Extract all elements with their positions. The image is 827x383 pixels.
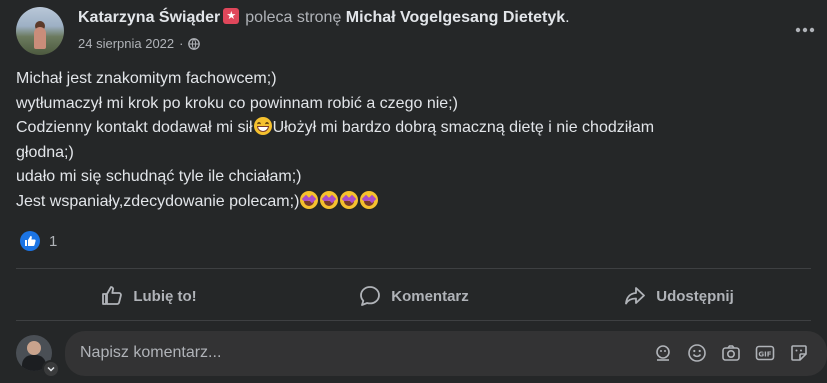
share-button[interactable]: Udostępnij [546,276,811,316]
grinning-emoji-icon [253,117,272,136]
comment-tools: GIF [652,342,810,364]
post-line: głodna;) [16,143,74,161]
comment-placeholder: Napisz komentarz... [80,344,222,361]
star-struck-emoji-icon [360,190,379,209]
thumb-up-icon [102,286,123,305]
more-options-icon[interactable] [793,18,817,42]
sticker-avatar-icon[interactable] [652,342,674,364]
svg-text:GIF: GIF [758,350,771,358]
divider [16,320,811,321]
sticker-icon[interactable] [788,342,810,364]
chevron-down-icon[interactable] [42,360,60,378]
post-text: Michał jest znakomitym fachowcem;) wytłu… [16,67,806,215]
like-reaction-icon [20,231,40,251]
divider [16,268,811,269]
recommend-badge-icon: ★ [223,8,240,24]
post-actions: Lubię to! Komentarz Udostępnij [16,276,811,316]
emoji-icon[interactable] [686,342,708,364]
post-line: Michał jest znakomitym fachowcem;) [16,70,277,87]
post-line: wytłumaczył mi krok po kroku co powinnam… [16,94,458,112]
star-struck-emoji-icon [340,190,359,209]
post-meta: 24 sierpnia 2022 · [78,36,201,51]
like-button[interactable]: Lubię to! [16,276,281,316]
author-avatar[interactable] [16,7,64,55]
star-struck-emoji-icon [300,190,319,209]
author-name[interactable]: Katarzyna Świąder [78,9,220,26]
post-header-line: Katarzyna Świąder ★ poleca stronę Michał V… [78,8,570,27]
post-date[interactable]: 24 sierpnia 2022 [78,36,174,51]
post-line: Jest wspaniały,zdecydowanie polecam;) [16,190,806,215]
meta-separator: · [179,36,184,51]
gif-icon[interactable]: GIF [754,342,776,364]
comment-button[interactable]: Komentarz [281,276,546,316]
post-line: udało mi się schudnąć tyle ile chciałam;… [16,168,302,186]
punctuation: . [565,9,570,26]
camera-icon[interactable] [720,342,742,364]
reaction-count: 1 [49,232,58,250]
recommends-text: poleca stronę [245,9,342,26]
globe-icon [188,37,201,50]
share-arrow-icon [625,287,646,305]
post-line: Codzienny kontakt dodawał mi sił Ułożył m… [16,117,655,137]
comment-bubble-icon [360,286,381,306]
page-name-link[interactable]: Michał Vogelgesang Dietetyk [346,9,565,26]
star-struck-emoji-icon [320,190,339,209]
reaction-summary[interactable]: 1 [20,231,57,251]
